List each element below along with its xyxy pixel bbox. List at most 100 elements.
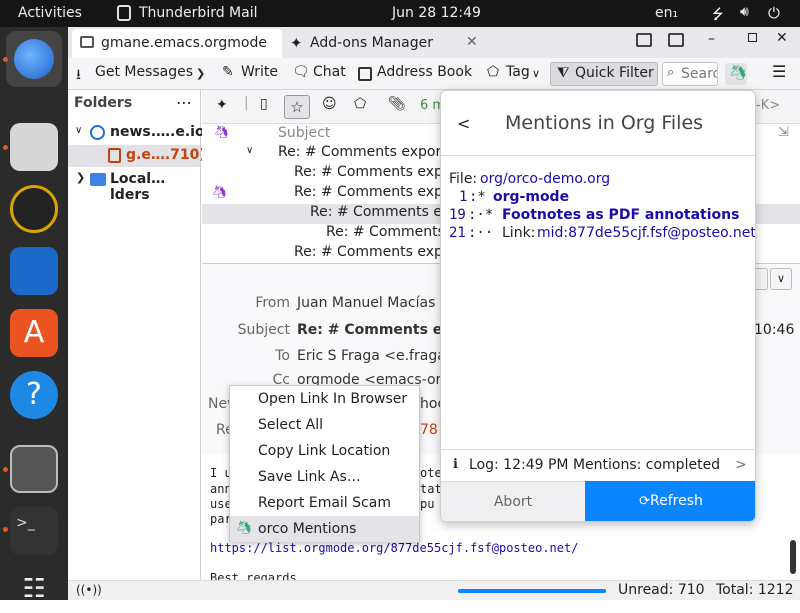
thread-subject: Re: # Comments expo bbox=[294, 164, 452, 180]
download-icon: ⭳ bbox=[76, 67, 81, 83]
heading-link[interactable]: Footnotes as PDF annotations bbox=[502, 207, 739, 223]
running-indicator bbox=[3, 467, 8, 472]
pin-icon[interactable]: ✦ bbox=[216, 97, 228, 113]
menu-item-report-scam[interactable]: Report Email Scam bbox=[230, 490, 419, 516]
file-link[interactable]: org/orco-demo.org bbox=[480, 171, 610, 187]
body-link[interactable]: https://list.orgmode.org/877de55cjf.fsf@… bbox=[210, 541, 578, 555]
entry-prefix: :* bbox=[469, 189, 495, 205]
tasks-icon[interactable] bbox=[668, 33, 684, 47]
orco-mark-icon: 🦄︎ bbox=[212, 185, 228, 199]
tag-button[interactable]: Tag bbox=[506, 64, 530, 80]
online-status-icon[interactable]: ((•)) bbox=[76, 583, 102, 597]
subject-label: Subject bbox=[237, 322, 290, 338]
contact-filter-icon[interactable]: ☺ bbox=[322, 96, 337, 112]
clock[interactable]: Jun 28 12:49 bbox=[392, 5, 481, 21]
starred-filter-icon[interactable]: ☆ bbox=[284, 95, 310, 119]
close-window-icon[interactable]: ✕ bbox=[776, 30, 788, 46]
folder-item-local[interactable]: ❯ Local…lders bbox=[68, 169, 200, 203]
volume-icon[interactable]: 🔊︎ bbox=[740, 4, 749, 20]
show-apps-icon[interactable]: ☷ bbox=[10, 565, 58, 613]
activities-button[interactable]: Activities bbox=[18, 5, 82, 21]
top-bar: Activities Thunderbird Mail Jun 28 12:49… bbox=[0, 0, 800, 27]
dock-thunderbird-highlight[interactable] bbox=[6, 31, 62, 87]
menu-item-open-link[interactable]: Open Link In Browser bbox=[230, 386, 419, 412]
body-fragment: pu bbox=[420, 497, 435, 511]
network-icon[interactable]: ⭍ bbox=[712, 4, 724, 28]
chevron-down-icon[interactable]: ∨ bbox=[246, 145, 253, 156]
line-number-link[interactable]: 19 bbox=[449, 207, 466, 223]
references-value[interactable]: 78 bbox=[420, 422, 438, 438]
tag-chevron-icon[interactable]: ∨ bbox=[532, 67, 540, 80]
to-value[interactable]: Eric S Fraga <e.fraga@ bbox=[297, 348, 460, 364]
line-number-link[interactable]: 1 bbox=[459, 189, 467, 205]
writer-icon[interactable] bbox=[10, 247, 58, 295]
help-icon[interactable]: ? bbox=[10, 371, 58, 419]
tab-gmane[interactable]: gmane.emacs.orgmode bbox=[72, 29, 282, 58]
address-book-button[interactable]: Address Book bbox=[377, 64, 472, 80]
newsgroup-tab-icon bbox=[80, 36, 94, 48]
quick-filter-button[interactable]: ⧨ Quick Filter bbox=[550, 62, 658, 86]
close-tab-icon[interactable]: ✕ bbox=[466, 34, 478, 50]
files-icon[interactable] bbox=[10, 123, 58, 171]
back-button[interactable]: < bbox=[457, 114, 470, 133]
abort-button[interactable]: Abort bbox=[441, 481, 585, 521]
folders-title: Folders bbox=[74, 95, 133, 111]
chat-icon: 🗨︎ bbox=[292, 64, 310, 80]
running-indicator bbox=[3, 145, 8, 150]
pencil-icon: ✎ bbox=[222, 64, 234, 80]
menu-item-save-link[interactable]: Save Link As… bbox=[230, 464, 419, 490]
image-viewer-icon[interactable] bbox=[10, 445, 58, 493]
refresh-icon: ⟳ bbox=[639, 494, 651, 509]
write-button[interactable]: Write bbox=[241, 64, 278, 80]
chevron-down-icon[interactable]: ❯ bbox=[196, 67, 205, 80]
subject-column-header[interactable]: Subject bbox=[278, 125, 330, 141]
thunderbird-app-icon bbox=[117, 5, 131, 21]
body-fragment: ote bbox=[420, 466, 442, 480]
scrollbar-thumb[interactable] bbox=[790, 540, 796, 574]
to-label: To bbox=[275, 348, 290, 364]
chevron-down-icon[interactable]: ∨ bbox=[75, 125, 82, 136]
app-name[interactable]: Thunderbird Mail bbox=[139, 5, 258, 21]
quick-filter-label: Quick Filter bbox=[575, 65, 654, 81]
calendar-icon[interactable] bbox=[636, 33, 652, 47]
folder-item-news[interactable]: ∨ news.….e.io bbox=[68, 122, 205, 144]
app-center-icon[interactable]: A bbox=[10, 309, 58, 357]
running-indicator bbox=[3, 57, 8, 62]
unread-count: Unread: 710 bbox=[618, 582, 705, 598]
maximize-icon[interactable] bbox=[748, 33, 757, 42]
refresh-button[interactable]: ⟳Refresh bbox=[585, 481, 755, 521]
search-input[interactable]: ⌕ Searc bbox=[662, 62, 718, 86]
heading-link[interactable]: org-mode bbox=[493, 189, 569, 205]
thread-subject: Re: # Comments expo bbox=[294, 184, 452, 200]
from-value[interactable]: Juan Manuel Macías < bbox=[297, 295, 452, 311]
get-messages-button[interactable]: Get Messages bbox=[95, 64, 193, 80]
log-expand-arrow[interactable]: > bbox=[735, 457, 747, 473]
input-language[interactable]: en₁ bbox=[655, 5, 678, 21]
folder-item-gmane[interactable]: g.e….710) bbox=[68, 145, 206, 167]
menu-item-orco-mentions[interactable]: orco Mentions bbox=[230, 516, 419, 542]
folder-pane-menu-icon[interactable]: ⋯ bbox=[176, 93, 192, 112]
line-number-link[interactable]: 21 bbox=[449, 225, 466, 241]
hamburger-menu-icon[interactable]: ☰ bbox=[772, 62, 786, 81]
chat-button[interactable]: Chat bbox=[313, 64, 346, 80]
orco-addon-icon[interactable]: 🦄︎ bbox=[725, 63, 747, 85]
minimize-icon[interactable]: – bbox=[708, 31, 715, 47]
column-picker-icon[interactable]: ⇲ bbox=[778, 125, 789, 140]
chevron-right-icon[interactable]: ❯ bbox=[76, 171, 85, 184]
tag-icon: ⬠ bbox=[487, 64, 500, 80]
status-bar: ((•)) Unread: 710 Total: 1212 bbox=[68, 580, 800, 600]
search-placeholder: Searc bbox=[681, 66, 718, 82]
terminal-icon[interactable]: >_ bbox=[10, 507, 58, 555]
tab-addons[interactable]: ✦ Add-ons Manager ✕ bbox=[286, 29, 486, 58]
rhythmbox-icon[interactable] bbox=[10, 185, 58, 233]
menu-item-copy-link[interactable]: Copy Link Location bbox=[230, 438, 419, 464]
attachment-filter-icon[interactable]: 📎︎ bbox=[388, 96, 406, 112]
orco-menu-icon: 🦄︎ bbox=[236, 521, 253, 536]
power-icon[interactable]: ⏻ bbox=[768, 4, 780, 22]
tag-filter-icon[interactable]: ⬠ bbox=[354, 96, 366, 112]
file-label: File: bbox=[449, 171, 478, 187]
mid-link[interactable]: mid:877de55cjf.fsf@posteo.net bbox=[537, 225, 755, 241]
more-chevron-icon[interactable]: ∨ bbox=[770, 268, 792, 290]
unread-filter-icon[interactable]: ▯ bbox=[260, 96, 268, 112]
menu-item-select-all[interactable]: Select All bbox=[230, 412, 419, 438]
